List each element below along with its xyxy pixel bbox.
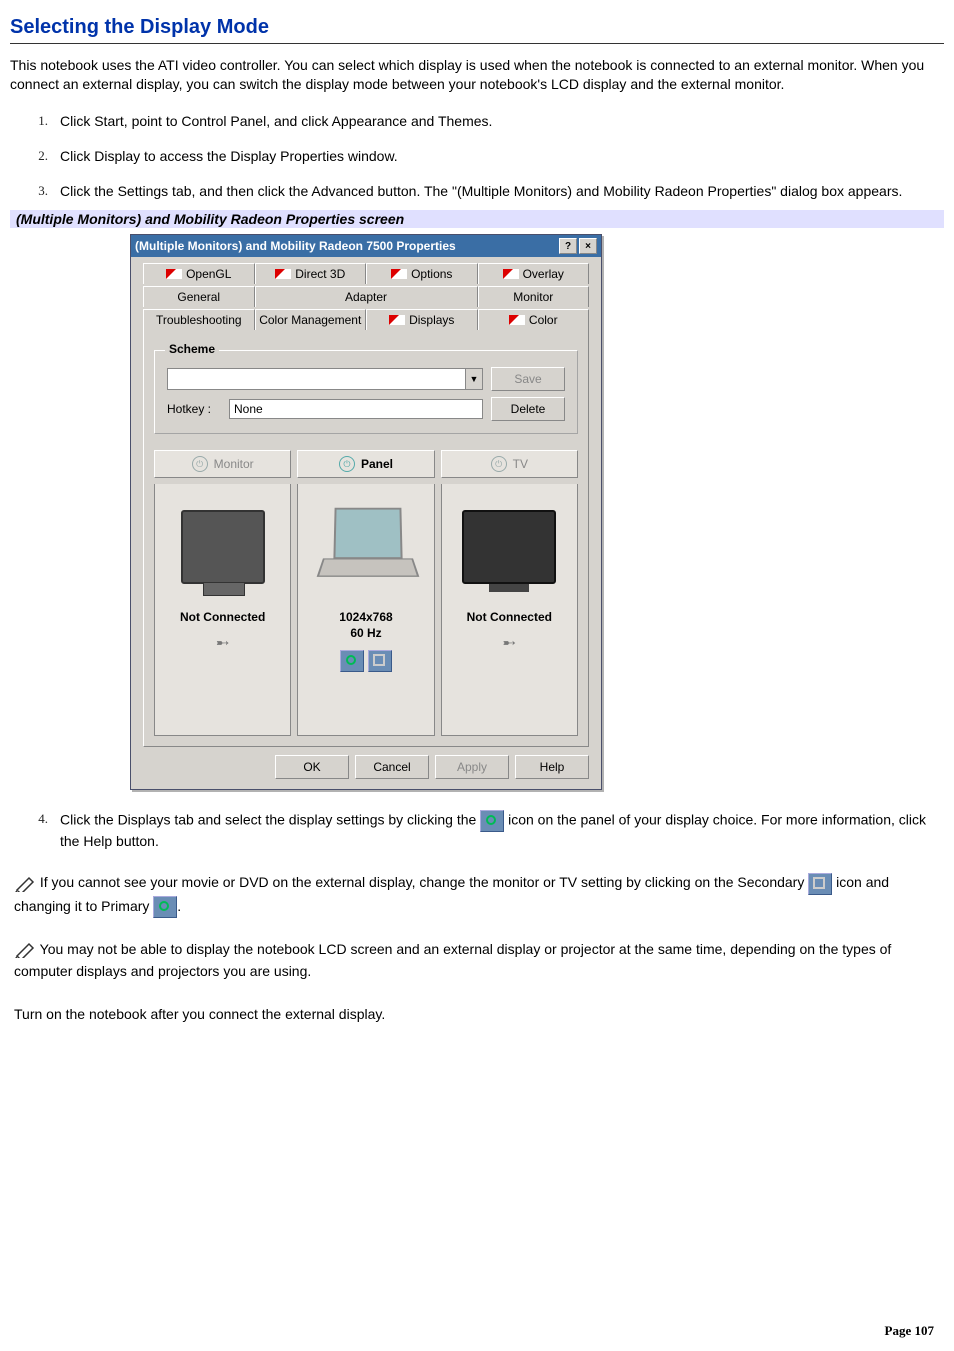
tab-general[interactable]: General	[143, 286, 255, 307]
tv-image	[454, 492, 564, 602]
monitor-status: Not Connected	[180, 610, 265, 626]
primary-icon	[153, 896, 177, 918]
tab-label: Color Management	[259, 313, 361, 327]
target-panel-panel: 1024x768 60 Hz	[297, 484, 434, 736]
close-icon[interactable]: ×	[579, 238, 597, 254]
target-monitor-panel: Not Connected ➸	[154, 484, 291, 736]
scheme-legend: Scheme	[165, 342, 219, 356]
ati-icon	[391, 269, 407, 279]
step-text: Click Start, point to Control Panel, and…	[60, 112, 944, 131]
step-number: 2.	[28, 147, 48, 165]
note-text: If you cannot see your movie or DVD on t…	[40, 874, 808, 890]
tab-label: Displays	[409, 313, 454, 327]
scheme-combo[interactable]: ▼	[167, 368, 483, 390]
step-text: Click the Displays tab and select the di…	[60, 810, 944, 851]
tab-color[interactable]: Color	[478, 309, 590, 330]
properties-dialog: (Multiple Monitors) and Mobility Radeon …	[130, 234, 602, 790]
tab-monitor[interactable]: Monitor	[478, 286, 590, 307]
delete-button[interactable]: Delete	[491, 397, 565, 421]
help-icon[interactable]: ?	[559, 238, 577, 254]
tab-label: General	[177, 290, 220, 304]
power-icon: ⏻	[339, 456, 355, 472]
hotkey-field[interactable]: None	[229, 399, 483, 419]
figure-caption: (Multiple Monitors) and Mobility Radeon …	[10, 210, 944, 228]
note-text: You may not be able to display the noteb…	[14, 941, 891, 979]
target-monitor-tab[interactable]: ⏻ Monitor	[154, 450, 291, 478]
tab-label: Monitor	[513, 290, 553, 304]
ati-icon	[503, 269, 519, 279]
tab-adapter[interactable]: Adapter	[255, 286, 478, 307]
ati-icon	[389, 315, 405, 325]
tv-status: Not Connected	[467, 610, 552, 626]
secondary-icon	[808, 873, 832, 895]
tab-opengl[interactable]: OpenGL	[143, 263, 255, 284]
primary-icon	[480, 810, 504, 832]
help-button[interactable]: Help	[515, 755, 589, 779]
step-text: Click the Settings tab, and then click t…	[60, 182, 944, 201]
step-number: 1.	[28, 112, 48, 130]
tab-label: OpenGL	[186, 267, 231, 281]
power-icon: ⏻	[192, 456, 208, 472]
tab-label: Direct 3D	[295, 267, 345, 281]
target-title: Panel	[361, 457, 393, 471]
target-panel-tab[interactable]: ⏻ Panel	[297, 450, 434, 478]
ati-icon	[509, 315, 525, 325]
dialog-title: (Multiple Monitors) and Mobility Radeon …	[135, 239, 456, 253]
tab-color-management[interactable]: Color Management	[255, 309, 367, 330]
tab-label: Overlay	[523, 267, 564, 281]
step-number: 3.	[28, 182, 48, 200]
tab-troubleshooting[interactable]: Troubleshooting	[143, 309, 255, 330]
page-title: Selecting the Display Mode	[10, 10, 944, 44]
monitor-image	[168, 492, 278, 602]
apply-button[interactable]: Apply	[435, 755, 509, 779]
note-icon	[14, 941, 36, 959]
dialog-title-bar: (Multiple Monitors) and Mobility Radeon …	[131, 235, 601, 257]
tab-direct3d[interactable]: Direct 3D	[255, 263, 367, 284]
ati-icon	[166, 269, 182, 279]
page-number: Page 107	[885, 1323, 934, 1339]
tab-label: Troubleshooting	[156, 313, 242, 327]
tab-overlay[interactable]: Overlay	[478, 263, 590, 284]
target-title: Monitor	[214, 457, 254, 471]
intro-text: This notebook uses the ATI video control…	[10, 44, 944, 106]
panel-resolution: 1024x768	[339, 610, 392, 626]
laptop-image	[311, 492, 421, 602]
power-icon: ⏻	[491, 456, 507, 472]
tab-options[interactable]: Options	[366, 263, 478, 284]
target-tv-tab[interactable]: ⏻ TV	[441, 450, 578, 478]
target-tv-panel: Not Connected ➸	[441, 484, 578, 736]
ati-icon	[275, 269, 291, 279]
hotkey-label: Hotkey :	[167, 402, 221, 416]
target-title: TV	[513, 457, 528, 471]
scheme-group: Scheme ▼ Save Hotkey : None Delete	[154, 350, 578, 434]
step-number: 4.	[28, 810, 48, 828]
plug-icon: ➸	[203, 634, 243, 652]
tab-label: Options	[411, 267, 452, 281]
chevron-down-icon: ▼	[465, 369, 482, 389]
panel-refresh: 60 Hz	[339, 626, 392, 642]
closing-text: Turn on the notebook after you connect t…	[10, 993, 944, 1035]
plug-icon: ➸	[489, 634, 529, 652]
tab-displays[interactable]: Displays	[366, 309, 478, 330]
save-button[interactable]: Save	[491, 367, 565, 391]
step-text: Click Display to access the Display Prop…	[60, 147, 944, 166]
ok-button[interactable]: OK	[275, 755, 349, 779]
primary-icon[interactable]	[340, 650, 364, 672]
cancel-button[interactable]: Cancel	[355, 755, 429, 779]
tab-label: Color	[529, 313, 558, 327]
tab-label: Adapter	[345, 290, 387, 304]
note-icon	[14, 875, 36, 893]
secondary-icon[interactable]	[368, 650, 392, 672]
